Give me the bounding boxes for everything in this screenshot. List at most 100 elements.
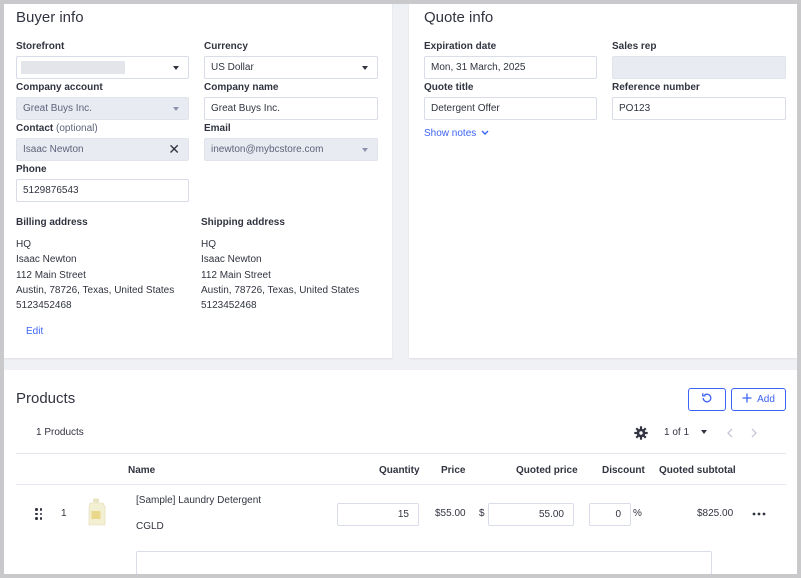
billing-line: 5123452468	[16, 300, 72, 312]
chevron-down-icon	[362, 148, 368, 152]
billing-line: Austin, 78726, Texas, United States	[16, 284, 175, 296]
billing-line: HQ	[16, 239, 31, 250]
chevron-down-icon	[362, 66, 368, 70]
refresh-button[interactable]	[688, 388, 726, 411]
plus-icon	[742, 393, 752, 403]
currency-value: US Dollar	[211, 62, 254, 73]
expiration-date-label: Expiration date	[424, 41, 497, 52]
storefront-select[interactable]	[16, 56, 189, 79]
quote-title-value: Detergent Offer	[431, 103, 500, 114]
column-header-discount: Discount	[602, 465, 645, 476]
chevron-left-icon[interactable]	[726, 428, 734, 438]
products-title: Products	[16, 390, 76, 407]
chevron-right-icon[interactable]	[750, 428, 758, 438]
quote-title-field[interactable]: Detergent Offer	[424, 97, 597, 120]
expiration-date-field[interactable]: Mon, 31 March, 2025	[424, 56, 597, 79]
product-price: $55.00	[435, 508, 466, 519]
contact-optional-text: (optional)	[56, 123, 98, 134]
contact-value: Isaac Newton	[23, 144, 84, 155]
phone-value: 5129876543	[23, 185, 79, 196]
pagination-text: 1 of 1	[664, 427, 690, 438]
refresh-icon	[702, 393, 712, 403]
quote-title-label: Quote title	[424, 82, 474, 93]
billing-address: HQ Isaac Newton 112 Main Street Austin, …	[16, 237, 174, 313]
product-name: [Sample] Laundry Detergent	[136, 495, 262, 506]
quote-info-title: Quote info	[424, 9, 494, 26]
company-name-field[interactable]: Great Buys Inc.	[204, 97, 378, 120]
add-product-label: Add	[757, 394, 775, 405]
table-header-divider	[16, 484, 786, 485]
chevron-down-icon	[173, 66, 179, 70]
contact-label-text: Contact	[16, 123, 54, 134]
contact-label: Contact (optional)	[16, 123, 98, 134]
close-icon[interactable]: ✕	[168, 142, 180, 157]
currency-label: Currency	[204, 41, 248, 52]
reference-number-value: PO123	[619, 103, 651, 114]
contact-select[interactable]: Isaac Newton ✕	[16, 138, 189, 161]
drag-handle-icon[interactable]	[35, 508, 43, 520]
company-name-value: Great Buys Inc.	[211, 103, 280, 114]
buyer-info-title: Buyer info	[16, 9, 84, 26]
column-header-quoted-price: Quoted price	[516, 465, 578, 476]
column-header-quoted-subtotal: Quoted subtotal	[659, 465, 736, 476]
product-thumbnail	[88, 498, 106, 526]
show-notes-link[interactable]: Show notes	[424, 128, 489, 139]
sales-rep-label: Sales rep	[612, 41, 657, 52]
edit-address-link[interactable]: Edit	[26, 326, 43, 337]
currency-symbol: $	[479, 508, 485, 519]
reference-number-label: Reference number	[612, 82, 700, 93]
products-count: 1 Products	[36, 427, 84, 438]
gear-icon[interactable]	[634, 426, 648, 440]
quoted-price-value: 55.00	[538, 509, 564, 520]
quote-editor: Buyer info Storefront Currency US Dollar…	[4, 4, 797, 574]
reference-number-field[interactable]: PO123	[612, 97, 786, 120]
column-header-price: Price	[441, 465, 466, 476]
more-horizontal-icon[interactable]	[752, 512, 766, 516]
billing-address-label: Billing address	[16, 217, 88, 228]
storefront-value-redacted	[21, 61, 125, 74]
buyer-info-card: Buyer info Storefront Currency US Dollar…	[4, 4, 392, 358]
product-note-field[interactable]	[136, 551, 712, 574]
billing-line: 112 Main Street	[16, 269, 86, 281]
product-sku: CGLD	[136, 521, 164, 532]
quote-info-card: Quote info Expiration date Mon, 31 March…	[409, 4, 797, 358]
shipping-line: 112 Main Street	[201, 269, 271, 281]
discount-input[interactable]: 0	[589, 503, 631, 526]
add-product-button[interactable]: Add	[731, 388, 786, 411]
expiration-date-value: Mon, 31 March, 2025	[431, 62, 526, 73]
show-notes-text: Show notes	[424, 128, 477, 139]
storefront-label: Storefront	[16, 41, 65, 52]
discount-value: 0	[615, 509, 621, 520]
products-card: Products Add 1 Products 1 of 1 Name Quan…	[4, 370, 797, 574]
chevron-down-icon	[700, 430, 707, 435]
currency-select[interactable]: US Dollar	[204, 56, 378, 79]
quoted-price-input[interactable]: 55.00	[488, 503, 574, 526]
pagination-select[interactable]: 1 of 1	[664, 427, 707, 438]
chevron-down-icon	[173, 107, 179, 111]
company-account-label: Company account	[16, 82, 103, 93]
table-top-divider	[16, 453, 786, 454]
email-value: inewton@mybcstore.com	[211, 144, 324, 155]
shipping-line: HQ	[201, 239, 216, 250]
shipping-line: Isaac Newton	[201, 254, 262, 266]
chevron-down-icon	[481, 130, 489, 136]
company-account-value: Great Buys Inc.	[23, 103, 92, 114]
quantity-input[interactable]: 15	[337, 503, 419, 526]
company-name-label: Company name	[204, 82, 279, 93]
row-index: 1	[61, 508, 67, 519]
shipping-address: HQ Isaac Newton 112 Main Street Austin, …	[201, 237, 359, 313]
shipping-line: Austin, 78726, Texas, United States	[201, 284, 360, 296]
sales-rep-field	[612, 56, 786, 79]
column-header-name: Name	[128, 465, 156, 476]
shipping-address-label: Shipping address	[201, 217, 285, 228]
quoted-subtotal: $825.00	[697, 508, 734, 519]
phone-label: Phone	[16, 164, 47, 175]
percent-symbol: %	[633, 508, 642, 519]
shipping-line: 5123452468	[201, 300, 257, 312]
email-label: Email	[204, 123, 231, 134]
billing-line: Isaac Newton	[16, 254, 77, 266]
email-select: inewton@mybcstore.com	[204, 138, 378, 161]
phone-field[interactable]: 5129876543	[16, 179, 189, 202]
company-account-select: Great Buys Inc.	[16, 97, 189, 120]
column-header-quantity: Quantity	[379, 465, 420, 476]
